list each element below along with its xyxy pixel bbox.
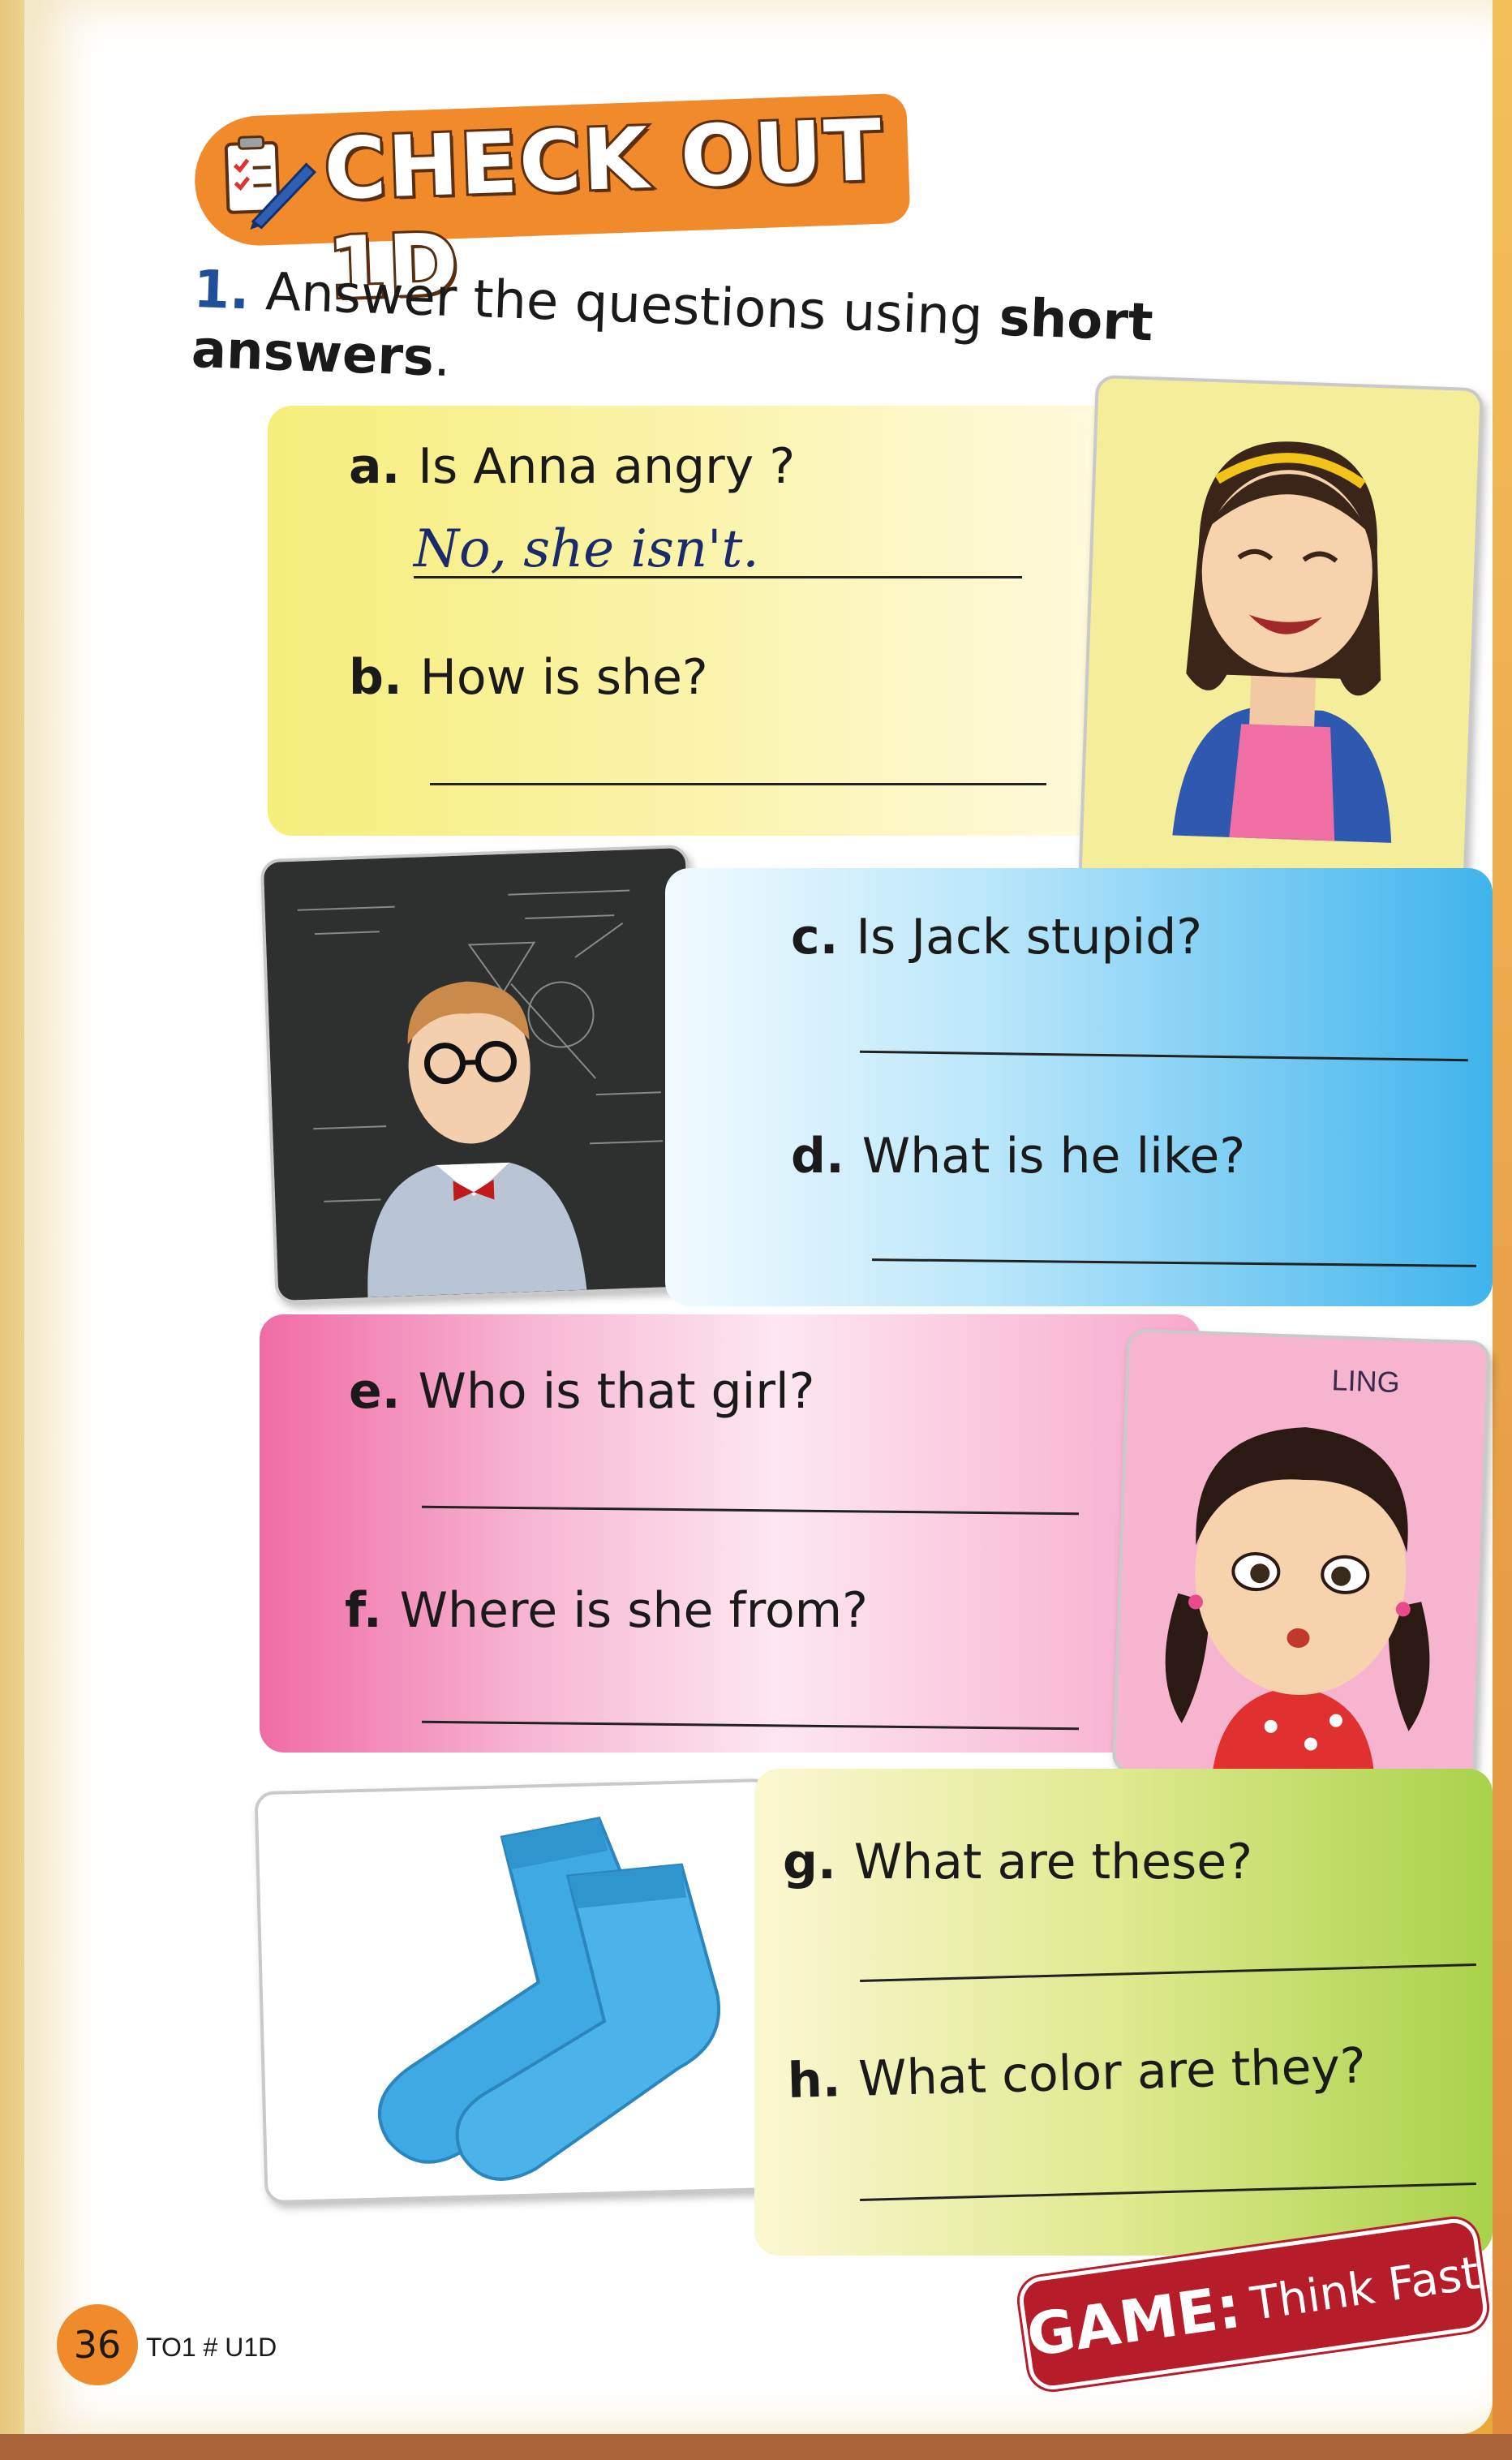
exercise-number: 1. <box>192 260 251 322</box>
question-text: Who is that girl? <box>418 1363 815 1420</box>
question-text: What are these? <box>853 1834 1253 1890</box>
question-text: Is Jack stupid? <box>856 909 1203 966</box>
question-letter: b. <box>349 649 402 706</box>
question-text: Where is she from? <box>399 1582 868 1639</box>
question-text: What is he like? <box>861 1128 1246 1185</box>
question-text: Is Anna angry ? <box>418 438 796 495</box>
answer-a[interactable]: No, she isn't. <box>414 519 759 579</box>
table-surface <box>0 2434 1512 2460</box>
game-name: Think Fast <box>1247 2246 1483 2331</box>
section-header: CHECK OUT 1D <box>192 92 911 320</box>
socks-picture <box>254 1778 783 2204</box>
question-letter: g. <box>783 1834 836 1890</box>
answer-line-a <box>414 576 1022 578</box>
anna-illustration <box>1081 377 1480 895</box>
question-e: e. Who is that girl? <box>349 1363 815 1420</box>
ling-picture: LING <box>1111 1328 1491 1786</box>
instruction-end: . <box>432 328 452 389</box>
question-text: How is she? <box>419 649 708 706</box>
anna-picture <box>1078 374 1484 898</box>
ling-illustration <box>1115 1331 1488 1783</box>
character-name-label: LING <box>1330 1363 1401 1400</box>
question-a: a. Is Anna angry ? <box>349 438 795 495</box>
jack-picture <box>260 844 704 1305</box>
question-f: f. Where is she from? <box>345 1582 868 1639</box>
question-c: c. Is Jack stupid? <box>791 909 1202 966</box>
question-letter: c. <box>791 909 839 966</box>
checklist-pen-icon <box>224 135 317 230</box>
game-label: GAME: <box>1022 2272 1245 2370</box>
question-letter: h. <box>787 2051 842 2109</box>
question-letter: e. <box>349 1363 401 1420</box>
question-g: g. What are these? <box>783 1834 1252 1890</box>
question-letter: d. <box>791 1128 844 1185</box>
answer-line-b <box>430 783 1046 785</box>
page-edge <box>1493 0 1512 2460</box>
question-b: b. How is she? <box>349 649 708 706</box>
page-number: 36 <box>57 2304 138 2385</box>
socks-illustration <box>257 1781 780 2201</box>
jack-illustration <box>263 848 701 1301</box>
question-d: d. What is he like? <box>791 1128 1245 1185</box>
unit-code: TO1 # U1D <box>146 2333 277 2362</box>
question-letter: a. <box>349 438 401 495</box>
question-letter: f. <box>345 1582 382 1639</box>
